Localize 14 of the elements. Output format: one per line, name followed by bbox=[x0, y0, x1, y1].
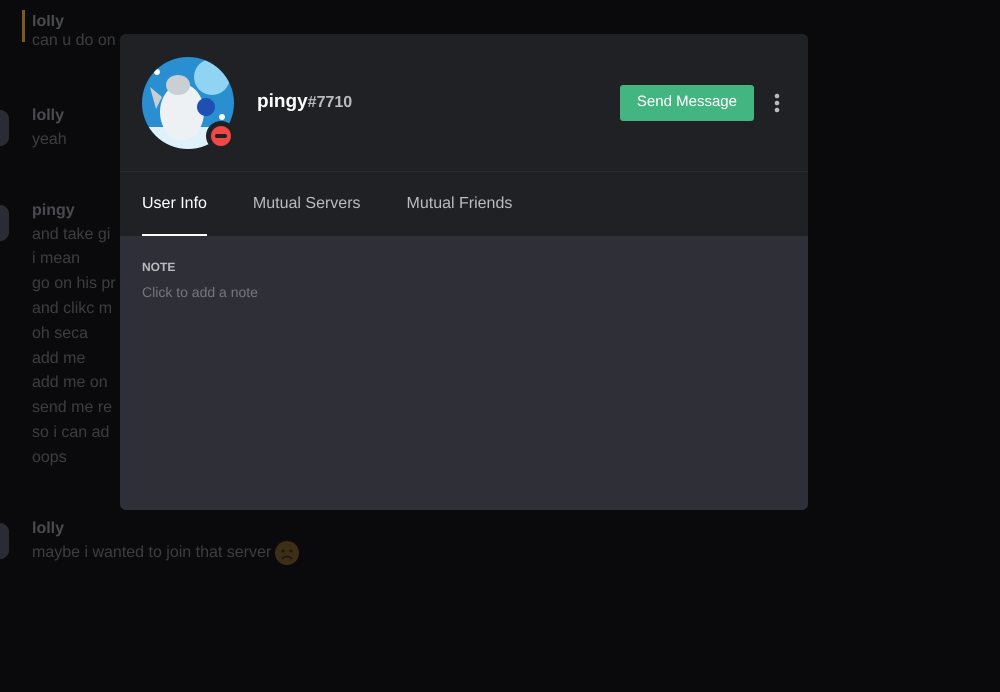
profile-tab[interactable]: User Info bbox=[142, 172, 207, 236]
note-field[interactable]: Click to add a note bbox=[142, 282, 442, 303]
message-author: lolly bbox=[32, 518, 66, 539]
profile-tab[interactable]: Mutual Friends bbox=[406, 172, 512, 236]
profile-tab[interactable]: Mutual Servers bbox=[252, 172, 361, 236]
mention-bar bbox=[22, 10, 25, 42]
username: pingy#7710 bbox=[257, 90, 352, 114]
more-options-icon[interactable] bbox=[774, 92, 780, 112]
note-label: NOTE bbox=[142, 259, 176, 276]
avatar-icon bbox=[0, 110, 9, 146]
message-author: lolly bbox=[32, 106, 66, 126]
avatar-icon bbox=[0, 204, 9, 241]
message-author: pingy bbox=[32, 200, 76, 221]
avatar-icon bbox=[0, 522, 9, 559]
